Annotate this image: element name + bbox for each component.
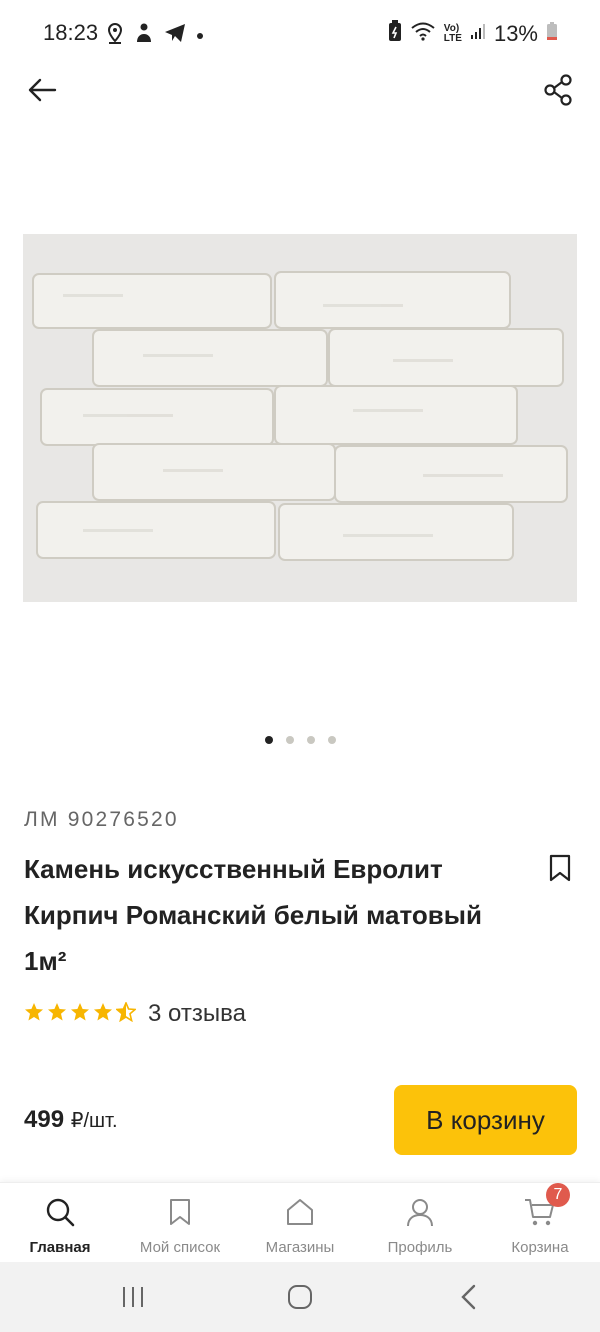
nav-label-my-list: Мой список — [139, 1239, 221, 1256]
nav-label-home: Главная — [29, 1239, 91, 1256]
system-back-button[interactable] — [449, 1284, 489, 1314]
status-time: 18:23 — [43, 20, 99, 45]
house-icon — [285, 1195, 315, 1229]
arrow-left-icon — [27, 78, 57, 107]
battery-saver-icon — [388, 20, 402, 47]
star-full-icon — [47, 1002, 67, 1027]
product-gallery[interactable] — [0, 130, 600, 710]
price: 499 ₽/шт. — [24, 1106, 118, 1134]
recents-icon — [120, 1285, 146, 1314]
telegram-icon — [164, 23, 186, 48]
location-icon — [106, 22, 124, 49]
person-icon — [134, 22, 154, 49]
home-button[interactable] — [280, 1284, 320, 1314]
rating[interactable]: 3 отзыва — [24, 1000, 246, 1028]
add-to-cart-button[interactable]: В корзину — [394, 1085, 577, 1155]
add-to-list-button[interactable] — [544, 852, 576, 888]
pager-dot-2[interactable] — [285, 736, 294, 744]
home-icon — [287, 1284, 313, 1315]
price-unit: ₽/шт. — [70, 1110, 118, 1132]
dot-icon — [196, 27, 204, 45]
nav-item-cart[interactable]: 7 Корзина — [485, 1183, 595, 1256]
wifi-icon — [410, 21, 436, 46]
status-bar: 18:23 Vo) LTE 13% — [0, 0, 600, 66]
nav-item-profile[interactable]: Профиль — [365, 1195, 475, 1256]
cart-badge: 7 — [546, 1183, 570, 1207]
reviews-link[interactable]: 3 отзыва — [148, 1000, 246, 1028]
search-icon — [45, 1195, 75, 1229]
nav-item-my-list[interactable]: Мой список — [125, 1195, 235, 1256]
star-full-icon — [70, 1002, 90, 1027]
share-icon — [543, 73, 573, 111]
system-nav-bar — [0, 1262, 600, 1332]
status-right: Vo) LTE 13% — [388, 20, 558, 47]
cart-icon: 7 — [524, 1183, 570, 1229]
person-icon — [405, 1195, 435, 1229]
status-left-icons — [106, 22, 204, 49]
price-value: 499 — [24, 1106, 65, 1133]
pager-dot-4[interactable] — [327, 736, 336, 744]
nav-label-stores: Магазины — [265, 1239, 335, 1256]
nav-item-stores[interactable]: Магазины — [245, 1195, 355, 1256]
nav-item-home[interactable]: Главная — [5, 1195, 115, 1256]
product-image[interactable] — [23, 234, 577, 602]
nav-label-profile: Профиль — [387, 1239, 453, 1256]
star-full-icon — [93, 1002, 113, 1027]
volte-icon: Vo) LTE — [443, 22, 462, 44]
rating-stars — [24, 1000, 137, 1027]
star-half-icon — [115, 1000, 137, 1027]
volte-label: Vo) — [443, 22, 460, 34]
nav-label-cart: Корзина — [511, 1239, 569, 1256]
top-bar — [0, 66, 600, 116]
bottom-nav: Главная Мой список Магазины Профиль 7 Ко… — [0, 1182, 600, 1262]
product-title: Камень искусственный Евролит Кирпич Рома… — [24, 854, 482, 976]
signal-icon — [470, 22, 486, 45]
bookmark-icon — [169, 1195, 191, 1229]
bookmark-icon — [549, 854, 571, 887]
pager-dot-1[interactable] — [264, 736, 273, 744]
star-full-icon — [24, 1002, 44, 1027]
pager-dot-3[interactable] — [306, 736, 315, 744]
lte-label: LTE — [443, 32, 462, 44]
back-button[interactable] — [22, 72, 62, 112]
back-icon — [459, 1284, 479, 1315]
battery-icon — [546, 21, 558, 46]
share-button[interactable] — [538, 72, 578, 112]
battery-percent: 13% — [493, 20, 538, 46]
gallery-pager — [0, 736, 600, 744]
article-number: ЛМ 90276520 — [24, 808, 179, 831]
recents-button[interactable] — [113, 1284, 153, 1314]
